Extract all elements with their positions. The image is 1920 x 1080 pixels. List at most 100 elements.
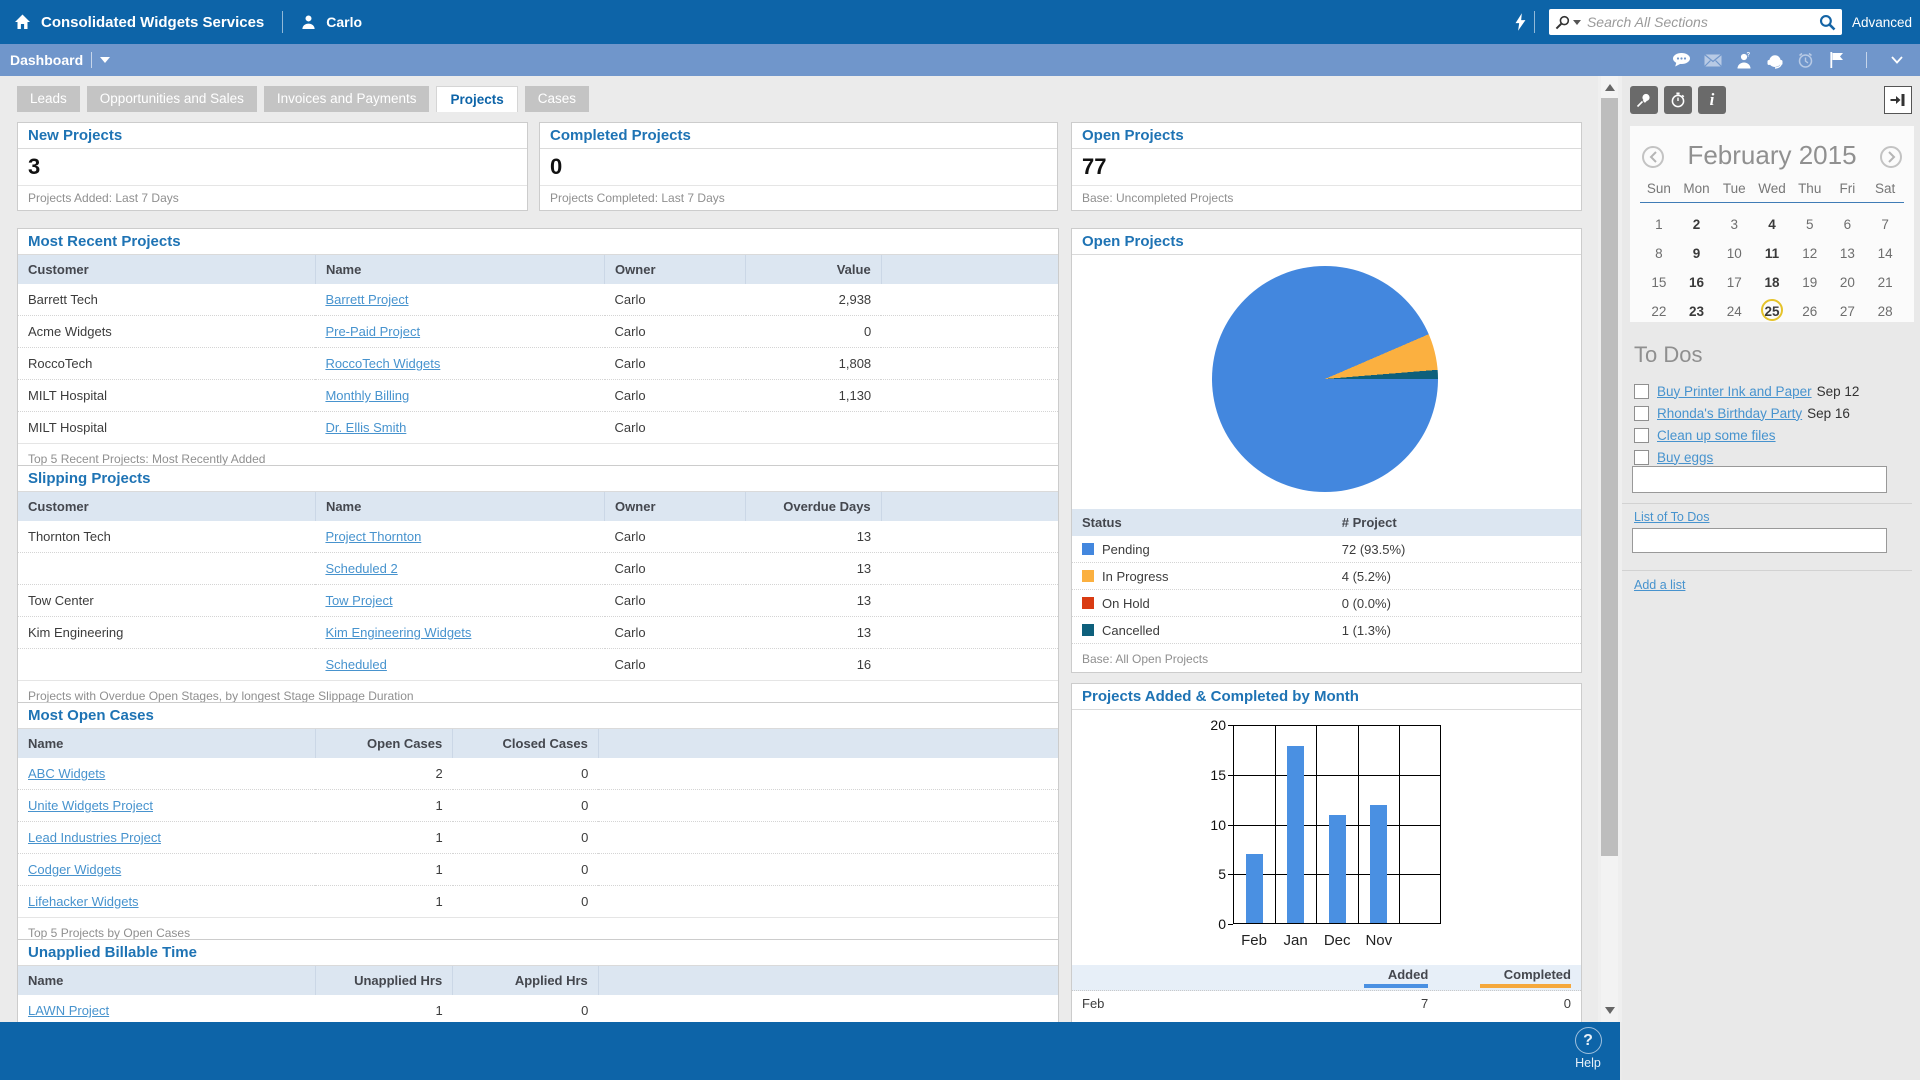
todo-checkbox[interactable]: [1634, 450, 1649, 465]
tab-leads[interactable]: Leads: [17, 86, 80, 112]
calendar-day[interactable]: 28: [1866, 297, 1904, 326]
legend-completed: Completed: [1480, 967, 1571, 988]
record-link[interactable]: Tow Project: [325, 593, 392, 608]
scroll-up-icon[interactable]: [1605, 84, 1615, 91]
record-link[interactable]: Lifehacker Widgets: [28, 894, 139, 909]
status-table-row: Cancelled1 (1.3%): [1072, 617, 1581, 644]
calendar-day[interactable]: 11: [1753, 239, 1791, 268]
section-menu-caret-icon[interactable]: [100, 57, 110, 63]
todo-link[interactable]: Buy eggs: [1657, 450, 1713, 465]
calendar-next-icon[interactable]: [1880, 146, 1902, 168]
user-name[interactable]: Carlo: [326, 14, 362, 30]
status-swatch-icon: [1082, 597, 1094, 609]
calendar-day[interactable]: 23: [1678, 297, 1716, 326]
calendar-day[interactable]: 7: [1866, 210, 1904, 239]
status-swatch-icon: [1082, 543, 1094, 555]
calendar-day[interactable]: 16: [1678, 268, 1716, 297]
column-header: Owner: [605, 492, 746, 521]
calendar-day[interactable]: 15: [1640, 268, 1678, 297]
calendar-day[interactable]: 27: [1829, 297, 1867, 326]
profile-question-icon[interactable]: ?: [1734, 52, 1753, 69]
calendar-day[interactable]: 10: [1715, 239, 1753, 268]
record-link[interactable]: Scheduled: [325, 657, 386, 672]
calendar-day[interactable]: 4: [1753, 210, 1791, 239]
info-icon[interactable]: i: [1698, 86, 1726, 114]
calendar-day[interactable]: 9: [1678, 239, 1716, 268]
tab-projects[interactable]: Projects: [436, 86, 517, 112]
record-link[interactable]: Barrett Project: [325, 292, 408, 307]
calendar-day[interactable]: 8: [1640, 239, 1678, 268]
advanced-search-link[interactable]: Advanced: [1852, 15, 1912, 30]
record-link[interactable]: ABC Widgets: [28, 766, 105, 781]
alarm-icon[interactable]: [1796, 52, 1815, 69]
calendar-day[interactable]: 18: [1753, 268, 1791, 297]
calendar-day[interactable]: 17: [1715, 268, 1753, 297]
record-link[interactable]: Lead Industries Project: [28, 830, 161, 845]
scroll-down-icon[interactable]: [1605, 1007, 1615, 1014]
list-of-todos-link[interactable]: List of To Dos: [1634, 510, 1710, 524]
record-link[interactable]: Unite Widgets Project: [28, 798, 153, 813]
table-cell: Carlo: [605, 412, 746, 444]
tab-opportunities-and-sales[interactable]: Opportunities and Sales: [87, 86, 257, 112]
search-scope-caret-icon[interactable]: [1573, 20, 1581, 25]
record-link[interactable]: Kim Engineering Widgets: [325, 625, 471, 640]
y-tick-label: 5: [1198, 866, 1226, 882]
todo-link[interactable]: Clean up some files: [1657, 428, 1776, 443]
collapse-panel-icon[interactable]: [1884, 86, 1912, 114]
calendar-day[interactable]: 22: [1640, 297, 1678, 326]
record-link[interactable]: Scheduled 2: [325, 561, 397, 576]
calendar-day[interactable]: 25: [1753, 297, 1791, 326]
chevron-down-icon[interactable]: [1887, 52, 1906, 69]
calendar-day[interactable]: 19: [1791, 268, 1829, 297]
help-button[interactable]: ? Help: [1566, 1027, 1610, 1070]
record-link[interactable]: Dr. Ellis Smith: [325, 420, 406, 435]
record-link[interactable]: LAWN Project: [28, 1003, 109, 1018]
scrollbar-thumb[interactable]: [1601, 98, 1618, 856]
stopwatch-icon[interactable]: [1664, 86, 1692, 114]
quick-action-bolt-icon[interactable]: [1515, 13, 1526, 31]
record-link[interactable]: Pre-Paid Project: [325, 324, 420, 339]
pin-icon[interactable]: [1630, 86, 1658, 114]
todo-checkbox[interactable]: [1634, 428, 1649, 443]
tab-cases[interactable]: Cases: [525, 86, 589, 112]
table-cell: [881, 585, 1058, 617]
scrollbar[interactable]: [1598, 76, 1622, 1022]
todo-link[interactable]: Rhonda's Birthday Party: [1657, 406, 1802, 421]
headset-icon[interactable]: [1765, 52, 1784, 69]
record-link[interactable]: Codger Widgets: [28, 862, 121, 877]
todo-checkbox[interactable]: [1634, 406, 1649, 421]
calendar-day[interactable]: 24: [1715, 297, 1753, 326]
calendar-day[interactable]: 3: [1715, 210, 1753, 239]
add-a-list-link[interactable]: Add a list: [1634, 578, 1685, 592]
calendar-day-selected[interactable]: 25: [1761, 299, 1783, 321]
home-icon[interactable]: [14, 14, 31, 30]
calendar-day[interactable]: 21: [1866, 268, 1904, 297]
calendar-day[interactable]: 20: [1829, 268, 1867, 297]
flag-icon[interactable]: [1827, 52, 1846, 69]
tab-invoices-and-payments[interactable]: Invoices and Payments: [264, 86, 430, 112]
new-todo-input[interactable]: [1632, 466, 1887, 493]
search-scope-icon[interactable]: [1555, 15, 1570, 30]
record-link[interactable]: RoccoTech Widgets: [325, 356, 440, 371]
search-input[interactable]: [1581, 14, 1819, 30]
calendar-day[interactable]: 14: [1866, 239, 1904, 268]
chat-icon[interactable]: [1672, 52, 1691, 69]
calendar-day[interactable]: 13: [1829, 239, 1867, 268]
calendar-day[interactable]: 6: [1829, 210, 1867, 239]
new-list-input[interactable]: [1632, 528, 1887, 553]
todo-link[interactable]: Buy Printer Ink and Paper: [1657, 384, 1812, 399]
search-icon[interactable]: [1819, 14, 1836, 31]
calendar-day[interactable]: 5: [1791, 210, 1829, 239]
todo-checkbox[interactable]: [1634, 384, 1649, 399]
tab-bar: Leads Opportunities and Sales Invoices and…: [17, 86, 589, 112]
current-section-label[interactable]: Dashboard: [10, 52, 83, 68]
calendar-day[interactable]: 1: [1640, 210, 1678, 239]
mail-icon[interactable]: [1703, 52, 1722, 69]
record-link[interactable]: Project Thornton: [325, 529, 421, 544]
calendar-day[interactable]: 2: [1678, 210, 1716, 239]
calendar-day[interactable]: 26: [1791, 297, 1829, 326]
table-cell: 0: [453, 886, 599, 918]
record-link[interactable]: Monthly Billing: [325, 388, 409, 403]
calendar-day[interactable]: 12: [1791, 239, 1829, 268]
divider: [1622, 503, 1912, 504]
